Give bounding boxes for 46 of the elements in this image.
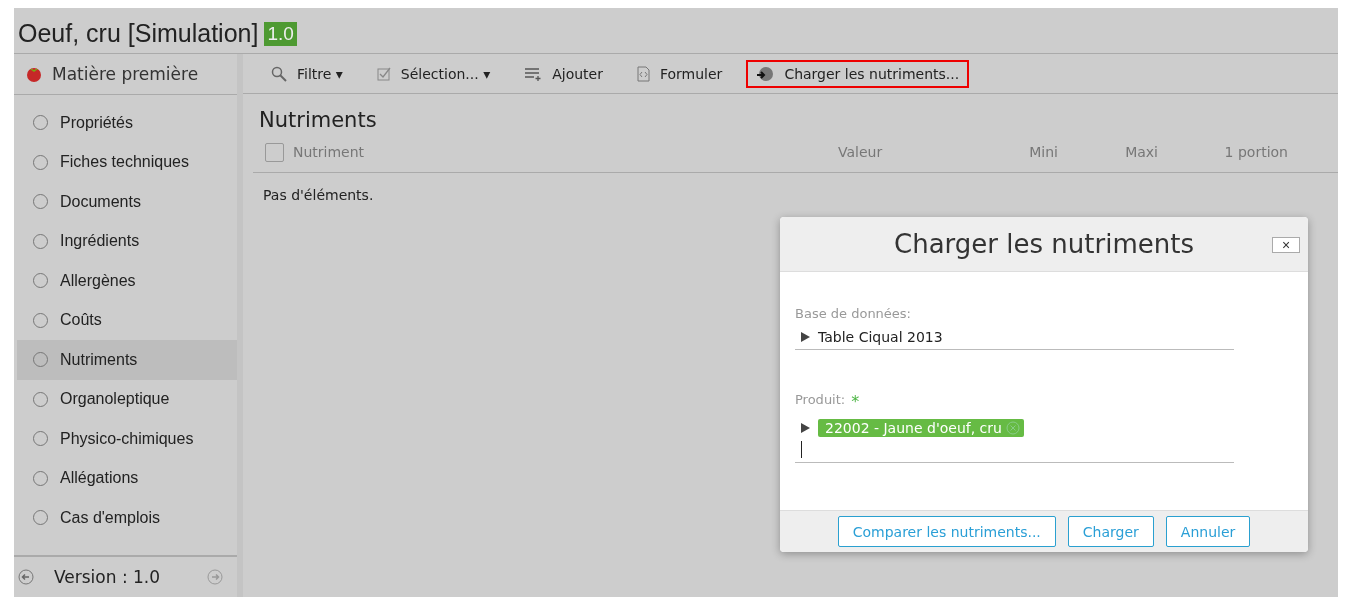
sidebar-item[interactable]: Nutriments xyxy=(17,340,237,380)
previous-icon[interactable] xyxy=(18,569,34,585)
field-label: Produit: xyxy=(795,392,846,409)
column-header: 1 portion xyxy=(1223,144,1289,160)
dialog-title: Charger les nutriments xyxy=(894,229,1194,259)
version-label: Version : 1.0 xyxy=(54,567,162,587)
sidebar-item[interactable]: Organoleptique xyxy=(17,379,237,419)
sidebar-item[interactable]: Coûts xyxy=(17,300,237,340)
globe-import-icon xyxy=(756,65,775,82)
section-title: Nutriments xyxy=(258,107,378,132)
sidebar-item[interactable]: Documents xyxy=(17,182,237,222)
toolbar-button[interactable]: Filtre ▾ xyxy=(261,59,353,88)
sidebar-title: Matière première xyxy=(52,64,199,84)
code-file-icon xyxy=(636,65,650,82)
field-label: Base de données: xyxy=(795,306,912,321)
column-header: Mini xyxy=(1028,144,1059,160)
text-cursor xyxy=(801,441,802,458)
column-header: Maxi xyxy=(1124,144,1159,160)
expand-icon xyxy=(801,332,810,342)
remove-icon[interactable] xyxy=(1005,421,1020,435)
list-add-icon xyxy=(524,66,543,81)
tomato-icon xyxy=(26,66,42,82)
sidebar-item[interactable]: Allégations xyxy=(17,458,237,498)
close-button[interactable]: × xyxy=(1272,237,1300,253)
required-mark: * xyxy=(851,392,860,411)
sidebar-item[interactable]: Propriétés xyxy=(17,103,237,143)
record-title: Oeuf, cru [Simulation] xyxy=(18,19,259,48)
toolbar-button[interactable]: Charger les nutriments... xyxy=(746,59,970,88)
select-all-checkbox[interactable] xyxy=(265,142,284,162)
selected-product-tag: 22002 - Jaune d'oeuf, cru xyxy=(818,419,1024,437)
sidebar-item[interactable]: Cas d'emplois xyxy=(17,498,237,538)
empty-message: Pas d'éléments. xyxy=(262,186,375,203)
version-badge: 1.0 xyxy=(264,21,297,46)
database-field[interactable]: Table Ciqual 2013 xyxy=(795,321,1234,350)
next-icon[interactable] xyxy=(207,569,223,585)
sidebar-item[interactable]: Ingrédients xyxy=(17,221,237,261)
toolbar-button[interactable]: Sélection... ▾ xyxy=(366,59,501,88)
sidebar-item[interactable]: Physico-chimiques xyxy=(17,419,237,459)
sidebar-item[interactable]: Allergènes xyxy=(17,261,237,301)
sidebar-item[interactable]: Fiches techniques xyxy=(17,142,237,182)
toolbar-button[interactable]: Formuler xyxy=(626,59,733,88)
checkbox-icon xyxy=(376,66,391,81)
search-icon xyxy=(271,65,287,82)
column-header: Nutriment xyxy=(293,144,366,160)
column-header: Valeur xyxy=(838,144,884,160)
toolbar-button[interactable]: Ajouter xyxy=(514,59,613,88)
